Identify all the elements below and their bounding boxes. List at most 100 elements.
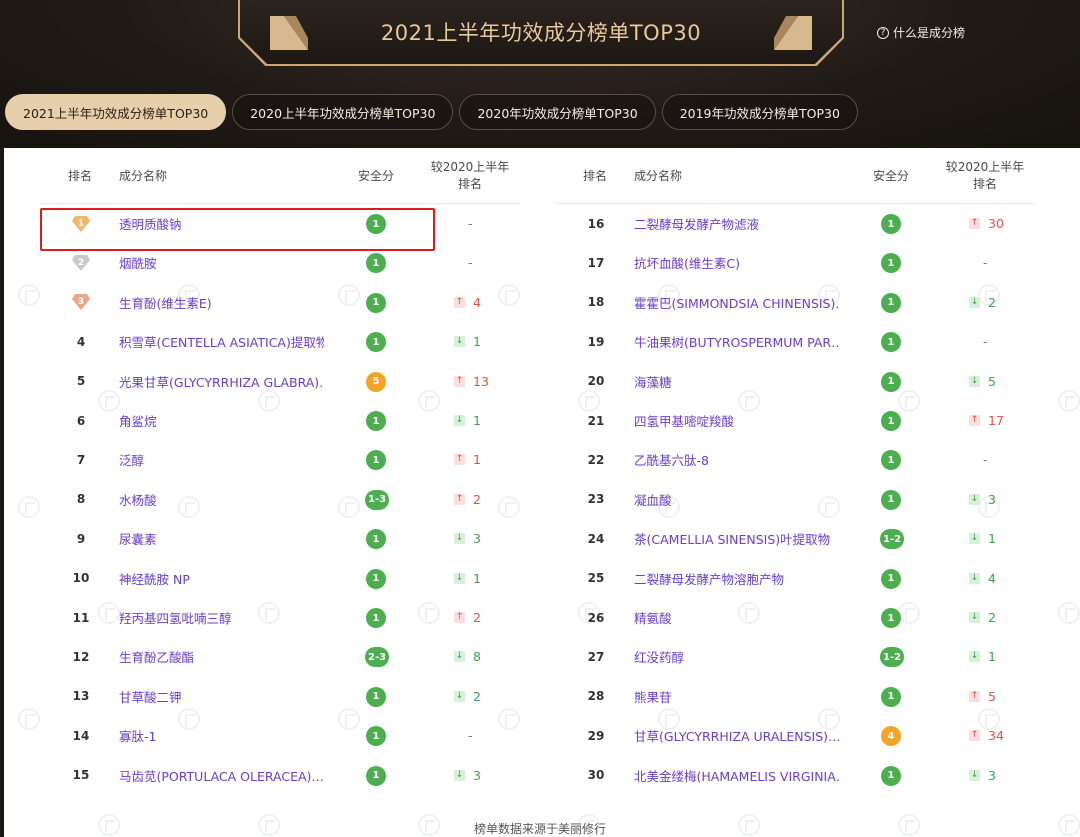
tab-2[interactable]: 2020上半年功效成分榜单TOP30: [232, 94, 454, 130]
arrow-down-icon: ↓: [969, 572, 980, 584]
ingredient-name-link[interactable]: 精氨酸: [634, 598, 672, 637]
table-row: 6 角鲨烷 1 ↓ 1: [40, 401, 520, 440]
ingredient-name-link[interactable]: 烟酰胺: [119, 243, 157, 282]
ingredient-name-link[interactable]: 红没药醇: [634, 637, 684, 676]
ingredient-name-link[interactable]: 牛油果树(BUTYROSPERMUM PAR…: [634, 322, 839, 361]
arrow-down-icon: ↓: [969, 769, 980, 781]
table-row: 7 泛醇 1 ↑ 1: [40, 440, 520, 479]
ingredient-name-link[interactable]: 甘草酸二钾: [119, 677, 182, 716]
ingredient-name-link[interactable]: 寡肽-1: [119, 716, 156, 755]
rank-number: 4: [76, 334, 86, 349]
ingredient-name-link[interactable]: 生育酚(维生素E): [119, 283, 212, 322]
rank-change: ↑ 1: [454, 440, 481, 479]
ranking-panel: 排名 成分名称 安全分 较2020上半年 排名 1 透明质酸钠 1-2 烟酰胺 1-3 生育酚(维生…: [4, 148, 1080, 837]
rank-number: 10: [72, 571, 90, 586]
help-link[interactable]: ? 什么是成分榜: [877, 24, 965, 41]
question-circle-icon: ?: [877, 26, 889, 39]
tab-4[interactable]: 2019年功效成分榜单TOP30: [661, 94, 858, 130]
ingredient-name-link[interactable]: 积雪草(CENTELLA ASIATICA)提取物: [119, 322, 324, 361]
medal-icon: 3: [71, 293, 91, 311]
rank-cell: 16: [581, 204, 611, 243]
rank-change-value: 3: [473, 531, 481, 547]
rank-change-value: 2: [473, 610, 481, 625]
ingredient-name-link[interactable]: 尿囊素: [119, 519, 157, 558]
safety-score-badge: 1: [366, 608, 386, 628]
ingredient-name-link[interactable]: 霍霍巴(SIMMONDSIA CHINENSIS)…: [634, 283, 839, 322]
header: 2021上半年功效成分榜单TOP30 ? 什么是成分榜 2021上半年功效成分榜…: [0, 0, 1080, 148]
rank-number: 28: [587, 689, 605, 704]
ingredient-name-link[interactable]: 角鲨烷: [119, 401, 157, 440]
ingredient-name-link[interactable]: 甘草(GLYCYRRHIZA URALENSIS)…: [634, 716, 839, 755]
rank-cell: 24: [581, 519, 611, 558]
table-row: 2 烟酰胺 1 -: [40, 243, 520, 282]
header-rank: 排名: [68, 168, 93, 183]
rank-cell: 14: [66, 716, 96, 755]
rank-change: ↓ 4: [969, 559, 996, 598]
header-change-line2: 排名: [457, 177, 482, 191]
ingredient-name-link[interactable]: 泛醇: [119, 440, 144, 479]
rank-change-value: 30: [988, 216, 1004, 231]
rank-cell: 1: [66, 204, 96, 243]
header-change-line1: 较2020上半年: [945, 160, 1025, 174]
rank-change: ↓ 3: [969, 480, 996, 519]
rank-number: 18: [587, 295, 605, 310]
rank-change: ↑ 17: [969, 401, 1004, 440]
arrow-down-icon: ↓: [454, 690, 465, 702]
rank-number: 25: [587, 571, 605, 586]
rank-change-value: 1: [988, 531, 996, 547]
arrow-down-icon: ↓: [454, 572, 465, 584]
ingredient-name-link[interactable]: 二裂酵母发酵产物滤液: [634, 204, 759, 243]
safety-score-badge: 1: [366, 214, 386, 234]
table-row: 11 羟丙基四氢吡喃三醇 1 ↑ 2: [40, 598, 520, 637]
ingredient-name-link[interactable]: 神经酰胺 NP: [119, 559, 190, 598]
arrow-up-icon: ↑: [969, 415, 980, 426]
ingredient-name-link[interactable]: 透明质酸钠: [119, 204, 182, 243]
ingredient-name-link[interactable]: 羟丙基四氢吡喃三醇: [119, 598, 232, 637]
safety-score-badge: 1: [366, 411, 386, 431]
table-row: 12 生育酚乙酸酯 2-3 ↓ 8: [40, 637, 520, 676]
rank-cell: 20: [581, 362, 611, 401]
watermark-logo-icon: [1058, 390, 1080, 412]
ingredient-name-link[interactable]: 马齿苋(PORTULACA OLERACEA)…: [119, 756, 324, 795]
ingredient-name-link[interactable]: 海藻糖: [634, 362, 672, 401]
rank-number: 27: [587, 649, 605, 664]
table-row: 28 熊果苷 1 ↑ 5: [555, 677, 1035, 716]
arrow-down-icon: ↓: [969, 493, 980, 505]
ingredient-name-link[interactable]: 凝血酸: [634, 480, 672, 519]
rank-change: ↑ 2: [454, 480, 481, 519]
watermark-logo-icon: [1058, 602, 1080, 624]
rank-change-value: 4: [988, 570, 996, 586]
rank-cell: 21: [581, 401, 611, 440]
table-row: 24 茶(CAMELLIA SINENSIS)叶提取物 1-2 ↓ 1: [555, 519, 1035, 558]
rank-cell: 3: [66, 283, 96, 322]
safety-score-badge: 1: [881, 214, 901, 234]
ingredient-name-link[interactable]: 乙酰基六肽-8: [634, 440, 709, 479]
tab-bar: 2021上半年功效成分榜单TOP30 2020上半年功效成分榜单TOP30 2020…: [5, 94, 858, 130]
header-change: 较2020上半年 排名: [425, 148, 515, 204]
rank-number: 20: [587, 374, 605, 389]
safety-score-badge: 1: [881, 608, 901, 628]
tab-3[interactable]: 2020年功效成分榜单TOP30: [459, 94, 656, 130]
safety-score-badge: 1: [881, 450, 901, 471]
safety-score-badge: 1-2: [880, 529, 905, 550]
arrow-down-icon: ↓: [969, 612, 980, 623]
ingredient-name-link[interactable]: 茶(CAMELLIA SINENSIS)叶提取物: [634, 519, 830, 558]
safety-score-badge: 4: [881, 726, 901, 747]
ingredient-name-link[interactable]: 北美金缕梅(HAMAMELIS VIRGINIA…: [634, 756, 839, 795]
ingredient-name-link[interactable]: 抗坏血酸(维生素C): [634, 243, 740, 282]
header-change-line1: 较2020上半年: [430, 160, 510, 174]
table-row: 22 乙酰基六肽-8 1 -: [555, 440, 1035, 479]
table-row: 5 光果甘草(GLYCYRRHIZA GLABRA)… 5 ↑ 13: [40, 362, 520, 401]
ingredient-name-link[interactable]: 熊果苷: [634, 677, 672, 716]
safety-score-badge: 1: [366, 253, 386, 274]
no-change-dash: -: [983, 255, 988, 270]
ingredient-name-link[interactable]: 水杨酸: [119, 480, 157, 519]
ingredient-name-link[interactable]: 四氢甲基嘧啶羧酸: [634, 401, 734, 440]
rank-change-value: 1: [473, 570, 481, 586]
tab-1[interactable]: 2021上半年功效成分榜单TOP30: [5, 94, 227, 130]
ingredient-name-link[interactable]: 二裂酵母发酵产物溶胞产物: [634, 559, 784, 598]
ingredient-name-link[interactable]: 光果甘草(GLYCYRRHIZA GLABRA)…: [119, 362, 324, 401]
ingredient-name-link[interactable]: 生育酚乙酸酯: [119, 637, 194, 676]
table-row: 18 霍霍巴(SIMMONDSIA CHINENSIS)… 1 ↓ 2: [555, 283, 1035, 322]
rank-change: ↓ 3: [454, 519, 481, 558]
